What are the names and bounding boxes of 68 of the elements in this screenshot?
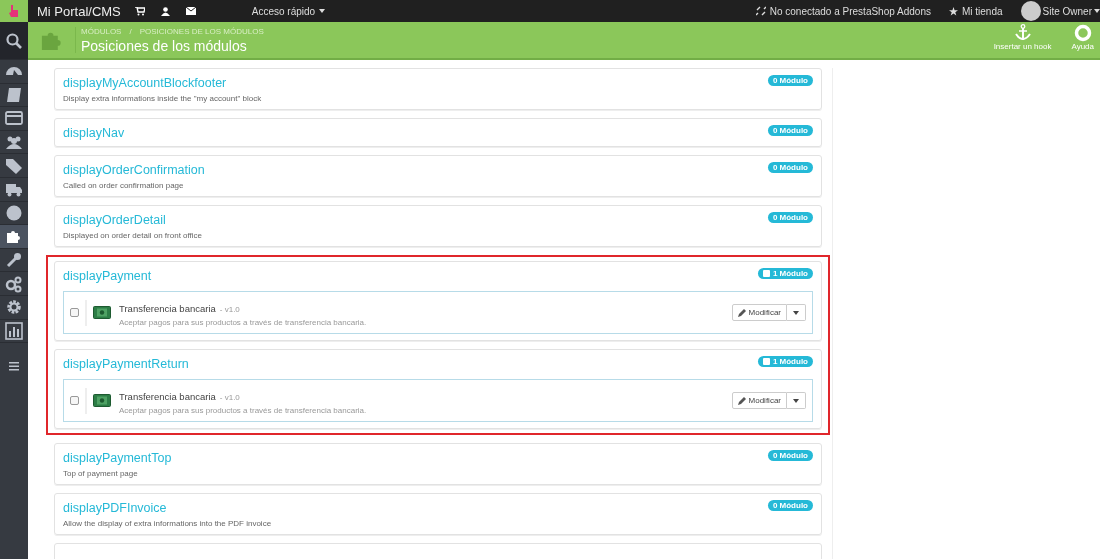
wrench-icon[interactable] bbox=[5, 251, 23, 270]
module-count: 0 Módulo bbox=[767, 212, 813, 223]
gear-icon[interactable] bbox=[5, 298, 23, 317]
hook-name[interactable]: displayOrderDetail bbox=[63, 213, 166, 227]
avatar[interactable] bbox=[1020, 1, 1041, 21]
caret-icon bbox=[793, 310, 799, 315]
breadcrumb-separator: / bbox=[129, 26, 132, 36]
hook-name[interactable]: displayMyAccountBlockfooter bbox=[63, 76, 227, 90]
module-count: 0 Módulo bbox=[767, 75, 813, 86]
hook-description: Displayed on order detail on front office bbox=[63, 231, 204, 240]
banknote-icon bbox=[93, 306, 111, 319]
hook-name[interactable]: displayOrderConfirmation bbox=[63, 163, 205, 177]
lifebuoy-icon bbox=[1073, 24, 1092, 42]
checkbox[interactable] bbox=[70, 396, 79, 405]
brand-title[interactable]: Mi Portal/CMS bbox=[37, 3, 121, 19]
hook-description: Top of payment page bbox=[63, 469, 139, 478]
envelope-icon[interactable] bbox=[185, 7, 196, 15]
dropdown-toggle[interactable] bbox=[787, 304, 806, 321]
module-count: 0 Módulo bbox=[767, 125, 813, 136]
module-name: Transferencia bancaria bbox=[119, 391, 216, 402]
hook-description: Called on order confirmation page bbox=[63, 181, 185, 190]
quick-access-menu[interactable]: Acceso rápido bbox=[251, 5, 326, 17]
hook-description: Display extra informations inside the "my account" block bbox=[63, 94, 263, 103]
user-menu[interactable]: Site Owner bbox=[1042, 5, 1092, 17]
square-icon bbox=[762, 270, 770, 277]
module-count: 1 Módulo bbox=[757, 356, 813, 367]
hook-name[interactable]: displayPaymentReturn bbox=[63, 357, 189, 371]
page-title: Posiciones de los módulos bbox=[81, 37, 248, 54]
banknote-icon bbox=[93, 394, 111, 407]
toolbar-button[interactable]: Ayuda bbox=[1065, 23, 1100, 58]
module-count: 1 Módulo bbox=[757, 268, 813, 279]
pencil-icon bbox=[737, 396, 746, 405]
card-icon[interactable] bbox=[5, 109, 23, 128]
addons-status[interactable]: No conectado a PrestaShop Addons bbox=[769, 5, 931, 17]
module-version: - v1.0 bbox=[219, 305, 240, 314]
square-icon bbox=[762, 358, 770, 365]
gears-icon[interactable] bbox=[5, 274, 23, 293]
hook-description: Allow the display of extra informations into the PDF invoice bbox=[63, 519, 273, 528]
toolbar-button[interactable]: Insertar un hook bbox=[987, 23, 1058, 58]
module-count: 0 Módulo bbox=[767, 450, 813, 461]
module-count: 0 Módulo bbox=[767, 500, 813, 511]
cart-icon[interactable] bbox=[134, 6, 145, 16]
caret-icon bbox=[793, 398, 799, 403]
dropdown-toggle[interactable] bbox=[787, 392, 806, 409]
hook-name[interactable]: displayPayment bbox=[63, 269, 152, 283]
chart-icon[interactable] bbox=[5, 321, 23, 340]
breadcrumb-item[interactable]: POSICIONES DE LOS MÓDULOS bbox=[139, 26, 264, 36]
pencil-icon bbox=[737, 308, 746, 317]
caret-icon bbox=[1094, 9, 1100, 13]
modify-button[interactable]: Modificar bbox=[731, 392, 787, 409]
star-icon bbox=[948, 6, 958, 16]
hook-name[interactable]: displayNav bbox=[63, 126, 125, 140]
shop-link[interactable]: Mi tienda bbox=[961, 5, 1003, 17]
tags-icon[interactable] bbox=[5, 156, 23, 175]
hook-name[interactable]: displayPDFInvoice bbox=[63, 501, 167, 515]
hook-name[interactable]: displayPaymentTop bbox=[63, 451, 172, 465]
caret-icon bbox=[319, 9, 326, 13]
anchor-icon bbox=[1013, 24, 1032, 42]
module-count: 0 Módulo bbox=[767, 162, 813, 173]
module-version: - v1.0 bbox=[219, 393, 240, 402]
user-icon[interactable] bbox=[160, 6, 170, 16]
checkbox[interactable] bbox=[70, 308, 79, 317]
modify-button[interactable]: Modificar bbox=[731, 304, 787, 321]
module-description: Aceptar pagos para sus productos a través de transferencia bancaria. bbox=[119, 406, 367, 415]
module-description: Aceptar pagos para sus productos a través de transferencia bancaria. bbox=[119, 318, 367, 327]
breadcrumb-item[interactable]: MÓDULOS bbox=[81, 26, 122, 36]
search-icon[interactable] bbox=[5, 31, 23, 50]
module-name: Transferencia bancaria bbox=[119, 303, 216, 314]
